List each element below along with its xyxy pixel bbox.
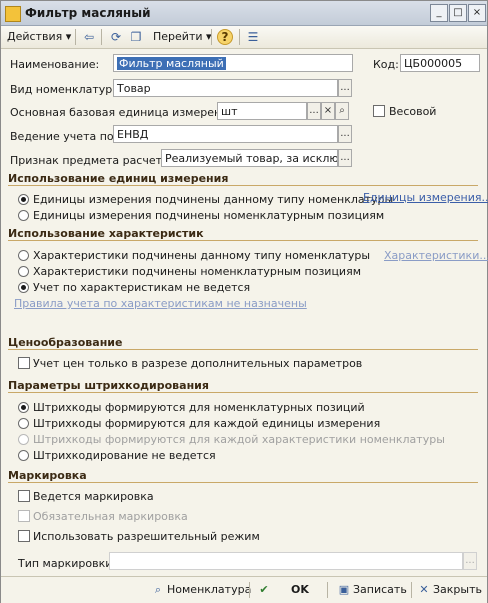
actions-menu-label: Действия	[7, 30, 63, 43]
toolbar-divider	[239, 29, 240, 45]
window-title: Фильтр масляный	[25, 6, 151, 20]
permissive-mode-option: Использовать разрешительный режим	[33, 530, 260, 543]
kind-choose-button[interactable]: ...	[338, 79, 352, 97]
units-link[interactable]: Единицы измерения...	[363, 191, 488, 204]
weight-checkbox[interactable]	[373, 105, 385, 117]
close-icon: ✕	[419, 583, 429, 596]
char-rules-link[interactable]: Правила учета по характеристикам не назн…	[14, 297, 307, 310]
section-divider	[8, 392, 478, 393]
units-section-title: Использование единиц измерения	[8, 172, 229, 185]
char-radio-type[interactable]	[18, 250, 29, 261]
char-radio-items[interactable]	[18, 266, 29, 277]
section-divider	[8, 185, 478, 186]
weight-label: Весовой	[389, 105, 437, 118]
window: Фильтр масляный _ □ × Действия ▾ ⇦ ⟳ ❐ П…	[0, 0, 488, 603]
marking-checkbox[interactable]	[18, 490, 30, 502]
unit-label: Основная базовая единица измерения:	[10, 106, 239, 119]
barcode-radio-items[interactable]	[18, 402, 29, 413]
section-divider	[8, 349, 478, 350]
copy-icon[interactable]: ❐	[128, 29, 144, 45]
help-icon[interactable]: ?	[217, 29, 233, 45]
mandatory-marking-checkbox	[18, 510, 30, 522]
unit-clear-button[interactable]: ×	[321, 102, 335, 120]
char-option-type: Характеристики подчинены данному типу но…	[33, 249, 371, 262]
footer-divider	[327, 582, 328, 598]
section-divider	[8, 240, 478, 241]
section-divider	[8, 482, 478, 483]
pricing-section-title: Ценообразование	[8, 336, 123, 349]
check-icon[interactable]: ✔	[257, 582, 273, 598]
units-option-type: Единицы измерения подчинены данному типу…	[33, 193, 394, 206]
marking-option: Ведется маркировка	[33, 490, 154, 503]
maximize-button[interactable]: □	[449, 4, 467, 22]
search-icon: ⌕	[154, 583, 162, 596]
permissive-mode-checkbox[interactable]	[18, 530, 30, 542]
characteristics-section-title: Использование характеристик	[8, 227, 204, 240]
toolbar-divider	[101, 29, 102, 45]
ok-button[interactable]: OK	[291, 582, 309, 598]
unit-input[interactable]: шт	[217, 102, 307, 120]
close-button-label: Закрыть	[433, 583, 482, 596]
nomenclature-button-label: Номенклатура	[167, 583, 252, 596]
structure-icon[interactable]: ☰	[245, 29, 261, 45]
kind-input[interactable]: Товар	[113, 79, 338, 97]
kind-label: Вид номенклатуры:	[10, 83, 125, 96]
toolbar-divider	[75, 29, 76, 45]
barcode-radio-units[interactable]	[18, 418, 29, 429]
nomenclature-button[interactable]: ⌕ Номенклатура	[151, 582, 251, 598]
accounting-input[interactable]: ЕНВД	[113, 125, 338, 143]
toolbar-divider	[211, 29, 212, 45]
unit-search-icon[interactable]: ⌕	[335, 102, 349, 120]
name-value: Фильтр масляный	[117, 57, 226, 70]
char-radio-none[interactable]	[18, 282, 29, 293]
marking-type-input	[109, 552, 463, 570]
subject-choose-button[interactable]: ...	[338, 149, 352, 167]
characteristics-link[interactable]: Характеристики...	[384, 249, 488, 262]
close-button[interactable]: ✕ Закрыть	[417, 582, 482, 598]
code-label: Код:	[373, 58, 399, 71]
refresh-icon[interactable]: ⟳	[108, 29, 124, 45]
minimize-button[interactable]: _	[430, 4, 448, 22]
close-window-button[interactable]: ×	[468, 4, 486, 22]
actions-menu[interactable]: Действия ▾	[7, 29, 71, 45]
subject-input[interactable]: Реализуемый товар, за исключен	[161, 149, 338, 167]
save-button-label: Записать	[353, 583, 407, 596]
marking-type-label: Тип маркировки:	[18, 557, 117, 570]
pricing-checkbox[interactable]	[18, 357, 30, 369]
code-input[interactable]: ЦБ000005	[400, 54, 480, 72]
barcode-option-none: Штрихкодирование не ведется	[33, 449, 216, 462]
save-button[interactable]: ▣ Записать	[337, 582, 407, 598]
unit-choose-button[interactable]: ...	[307, 102, 321, 120]
name-label: Наименование:	[10, 58, 100, 71]
marking-section-title: Маркировка	[8, 469, 87, 482]
char-option-none: Учет по характеристикам не ведется	[33, 281, 251, 294]
goto-menu-label: Перейти	[153, 30, 203, 43]
move-to-group-icon[interactable]: ⇦	[81, 29, 97, 45]
title-bar: Фильтр масляный _ □ ×	[1, 1, 487, 26]
pricing-option: Учет цен только в разрезе дополнительных…	[33, 357, 363, 370]
save-icon: ▣	[338, 583, 350, 596]
footer-divider	[411, 582, 412, 598]
units-option-items: Единицы измерения подчинены номенклатурн…	[33, 209, 385, 222]
barcode-option-units: Штрихкоды формируются для каждой единицы…	[33, 417, 381, 430]
units-radio-type[interactable]	[18, 194, 29, 205]
char-option-items: Характеристики подчинены номенклатурным …	[33, 265, 361, 278]
accounting-choose-button[interactable]: ...	[338, 125, 352, 143]
accounting-label: Ведение учета по:	[10, 130, 118, 143]
goto-menu[interactable]: Перейти ▾	[153, 29, 212, 45]
toolbar: Действия ▾ ⇦ ⟳ ❐ Перейти ▾ ? ☰	[1, 26, 487, 49]
barcode-option-items: Штрихкоды формируются для номенклатурных…	[33, 401, 365, 414]
barcode-option-characteristics: Штрихкоды формируются для каждой характе…	[33, 433, 445, 446]
barcode-radio-none[interactable]	[18, 450, 29, 461]
footer-bar: ⌕ Номенклатура ✔ OK ▣ Записать ✕ Закрыть	[1, 576, 487, 603]
subject-label: Признак предмета расчета:	[10, 154, 173, 167]
mandatory-marking-option: Обязательная маркировка	[33, 510, 188, 523]
name-input[interactable]: Фильтр масляный	[113, 54, 353, 72]
app-icon	[5, 6, 21, 22]
barcode-radio-characteristics	[18, 434, 29, 445]
footer-divider	[249, 582, 250, 598]
units-radio-items[interactable]	[18, 210, 29, 221]
marking-type-choose-button: ...	[463, 552, 477, 570]
barcode-section-title: Параметры штрихкодирования	[8, 379, 209, 392]
